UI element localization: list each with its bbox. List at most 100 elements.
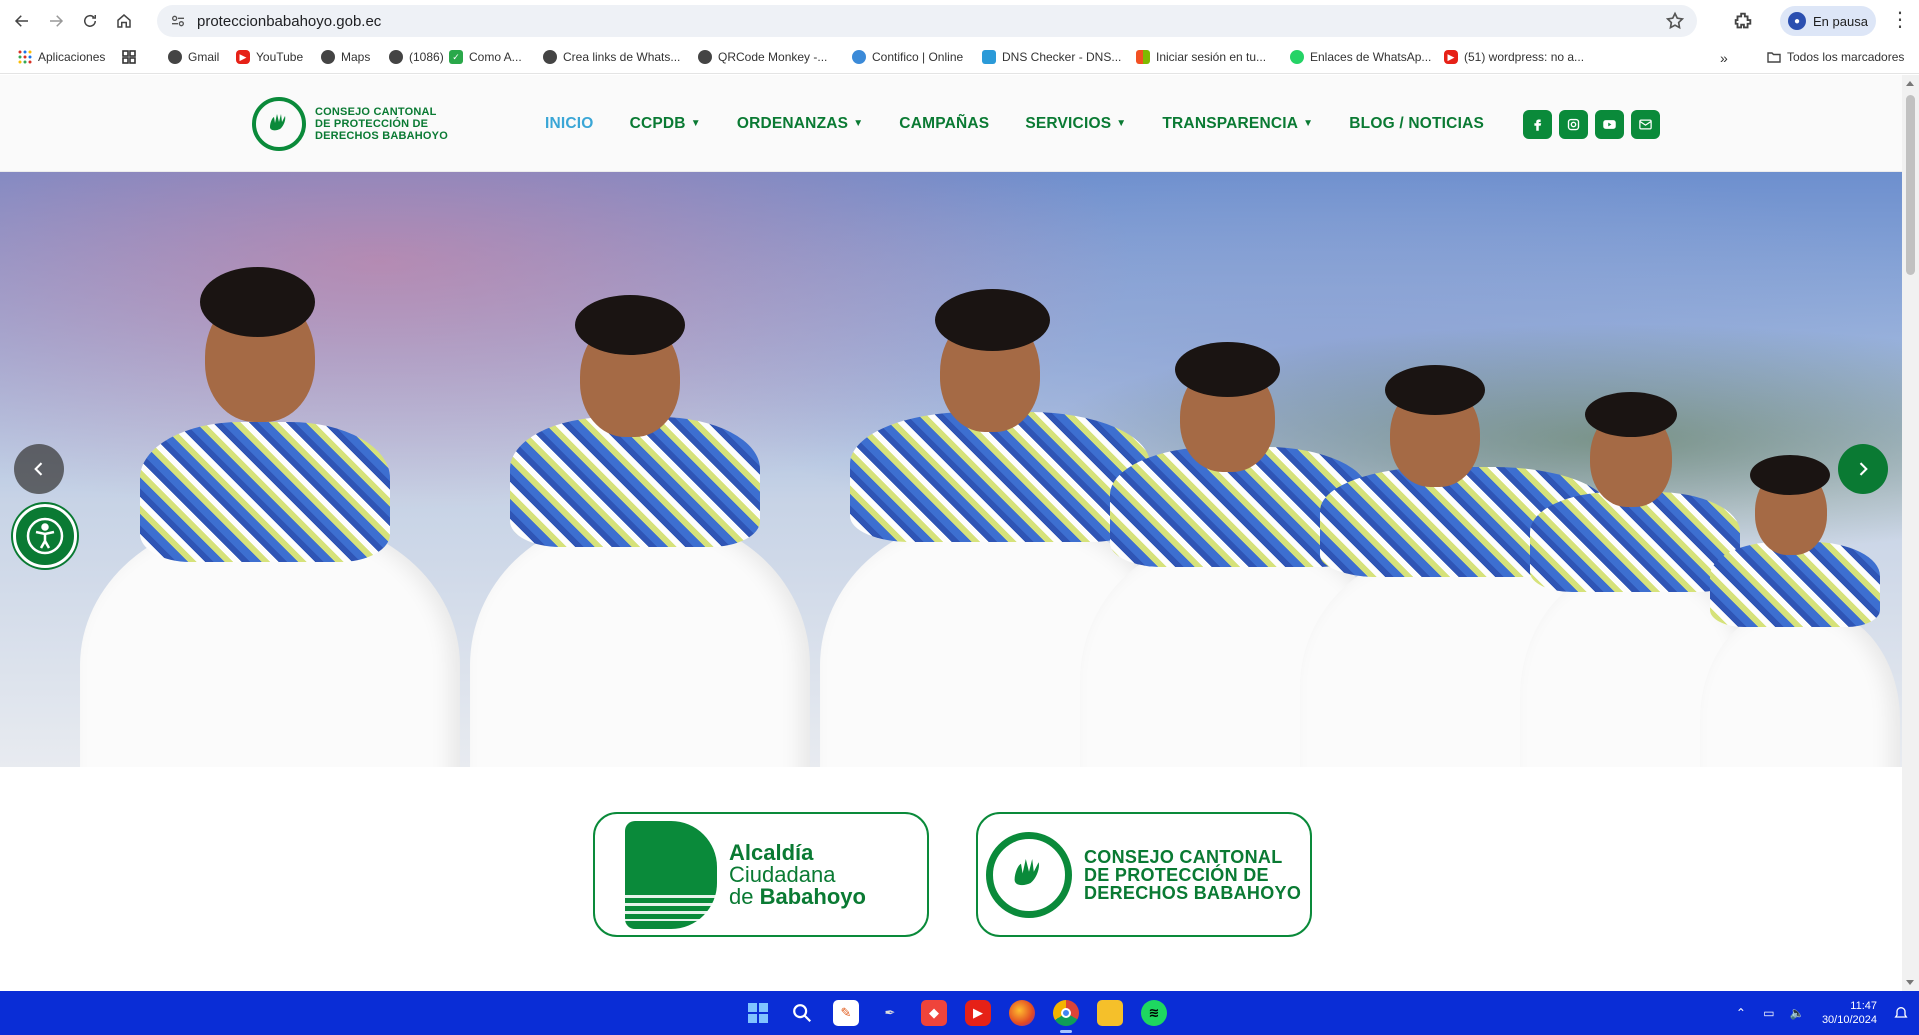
forward-button[interactable] <box>38 3 74 39</box>
nav-transparencia[interactable]: TRANSPARENCIA ▼ <box>1162 115 1313 133</box>
nav-inicio[interactable]: INICIO <box>545 115 594 133</box>
instagram-icon[interactable] <box>1559 110 1588 139</box>
document-icon[interactable]: ✎ <box>833 1000 859 1026</box>
home-icon <box>117 14 131 28</box>
chevron-down-icon: ▼ <box>1116 118 1127 129</box>
nav-blog-noticias[interactable]: BLOG / NOTICIAS <box>1349 115 1484 133</box>
reload-button[interactable] <box>72 3 108 39</box>
files-icon[interactable] <box>1097 1000 1123 1026</box>
site-logo[interactable]: CONSEJO CANTONAL DE PROTECCIÓN DE DERECH… <box>252 97 448 151</box>
address-bar[interactable]: proteccionbabahoyo.gob.ec <box>157 5 1697 37</box>
globe-icon <box>543 50 557 64</box>
alcaldia-babahoyo-card[interactable]: Alcaldía Ciudadana de Babahoyo <box>593 812 929 937</box>
volume-icon[interactable]: 🔈 <box>1788 1004 1806 1022</box>
youtube-icon: ▶ <box>1444 50 1458 64</box>
contifico-icon <box>852 50 866 64</box>
bookmark-grid[interactable] <box>122 50 142 64</box>
profile-button[interactable]: ● En pausa <box>1780 6 1876 36</box>
youtube-icon[interactable] <box>1595 110 1624 139</box>
reload-icon <box>84 14 96 27</box>
bookmark-star-icon[interactable] <box>1665 11 1685 31</box>
chevron-up-icon[interactable]: ⌃ <box>1732 1004 1750 1022</box>
url-text[interactable]: proteccionbabahoyo.gob.ec <box>197 13 381 30</box>
bookmark-apps[interactable]: Aplicaciones <box>18 50 105 64</box>
bookmarks-overflow-icon[interactable]: » <box>1720 50 1728 66</box>
scrollbar-thumb[interactable] <box>1906 95 1915 275</box>
accessibility-button[interactable] <box>13 504 77 568</box>
bookmark-enlaces-whatsapp[interactable]: Enlaces de WhatsAp... <box>1290 50 1431 64</box>
youtube-icon[interactable]: ▶ <box>965 1000 991 1026</box>
nav-ccpdb[interactable]: CCPDB ▼ <box>630 115 701 133</box>
bookmarks-bar: Aplicaciones Gmail ▶ YouTube Maps (1086)… <box>0 42 1919 74</box>
back-button[interactable] <box>4 3 40 39</box>
email-icon[interactable] <box>1631 110 1660 139</box>
scroll-down-icon[interactable] <box>1906 980 1914 985</box>
youtube-icon: ▶ <box>236 50 250 64</box>
bookmark-qrcode[interactable]: QRCode Monkey -... <box>698 50 827 64</box>
social-links <box>1523 110 1667 139</box>
nav-campanas[interactable]: CAMPAÑAS <box>899 115 989 133</box>
network-icon[interactable]: ▭ <box>1760 1004 1778 1022</box>
bookmark-como[interactable]: ✓ Como A... <box>449 50 522 64</box>
browser-menu-icon[interactable]: ⋮ <box>1890 10 1910 32</box>
extensions-icon[interactable] <box>1732 10 1754 32</box>
arrow-right-icon <box>50 15 64 27</box>
shield-icon <box>982 50 996 64</box>
hero-photo-dancer <box>80 247 460 767</box>
notifications-icon[interactable] <box>1891 1003 1911 1023</box>
chevron-down-icon: ▼ <box>1303 118 1314 129</box>
chevron-down-icon: ▼ <box>853 118 864 129</box>
all-bookmarks[interactable]: Todos los marcadores <box>1767 50 1904 64</box>
whatsapp-icon <box>1290 50 1304 64</box>
start-icon[interactable] <box>745 1000 771 1026</box>
folder-icon <box>1767 51 1781 63</box>
bookmark-1086[interactable]: (1086) <box>389 50 444 64</box>
check-icon: ✓ <box>449 50 463 64</box>
system-tray: ⌃ ▭ 🔈 11:47 30/10/2024 <box>1732 991 1919 1035</box>
chevron-right-icon <box>1859 462 1868 476</box>
chevron-left-icon <box>34 462 43 476</box>
home-button[interactable] <box>106 3 142 39</box>
arrow-left-icon <box>14 15 28 27</box>
consejo-title: CONSEJO CANTONAL DE PROTECCIÓN DE DERECH… <box>1084 846 1302 903</box>
apps-grid-icon <box>18 50 32 64</box>
clock[interactable]: 11:47 30/10/2024 <box>1822 999 1877 1027</box>
bookmark-maps[interactable]: Maps <box>321 50 370 64</box>
profile-status: En pausa <box>1813 13 1868 29</box>
globe-icon <box>389 50 403 64</box>
anydesk-icon[interactable]: ◆ <box>921 1000 947 1026</box>
taskbar-apps: ✎ ✒ ◆ ▶ ≋ <box>745 991 1185 1035</box>
bookmark-whatsapp-links[interactable]: Crea links de Whats... <box>543 50 680 64</box>
pen-icon[interactable]: ✒ <box>877 1000 903 1026</box>
hero-carousel <box>0 172 1902 767</box>
chrome-icon[interactable] <box>1053 1000 1079 1033</box>
bookmark-wordpress[interactable]: ▶ (51) wordpress: no a... <box>1444 50 1584 64</box>
facebook-icon[interactable] <box>1523 110 1552 139</box>
site-header: CONSEJO CANTONAL DE PROTECCIÓN DE DERECH… <box>0 75 1902 172</box>
site-info-icon[interactable] <box>163 13 193 29</box>
carousel-prev-button[interactable] <box>14 444 64 494</box>
hero-photo-dancer <box>470 267 810 767</box>
nav-ordenanzas[interactable]: ORDENANZAS ▼ <box>737 115 863 133</box>
hand-logo-icon <box>252 97 306 151</box>
spotify-icon[interactable]: ≋ <box>1141 1000 1167 1026</box>
globe-icon <box>321 50 335 64</box>
accessibility-icon <box>26 517 64 555</box>
chevron-down-icon: ▼ <box>690 118 701 129</box>
grid-icon <box>122 50 136 64</box>
bookmark-dns-checker[interactable]: DNS Checker - DNS... <box>982 50 1121 64</box>
search-icon[interactable] <box>789 1000 815 1026</box>
bookmark-iniciar-sesion[interactable]: Iniciar sesión en tu... <box>1136 50 1266 64</box>
bookmark-contifico[interactable]: Contifico | Online <box>852 50 963 64</box>
scroll-up-icon[interactable] <box>1906 81 1914 86</box>
nav-servicios[interactable]: SERVICIOS ▼ <box>1025 115 1126 133</box>
bookmark-youtube[interactable]: ▶ YouTube <box>236 50 303 64</box>
carousel-next-button[interactable] <box>1838 444 1888 494</box>
alcaldia-b-logo-icon <box>625 820 717 929</box>
page-scrollbar[interactable] <box>1902 75 1919 991</box>
globe-icon <box>168 50 182 64</box>
bookmark-gmail[interactable]: Gmail <box>168 50 219 64</box>
firefox-icon[interactable] <box>1009 1000 1035 1026</box>
consejo-cantonal-card[interactable]: CONSEJO CANTONAL DE PROTECCIÓN DE DERECH… <box>976 812 1312 937</box>
microsoft-icon <box>1136 50 1150 64</box>
